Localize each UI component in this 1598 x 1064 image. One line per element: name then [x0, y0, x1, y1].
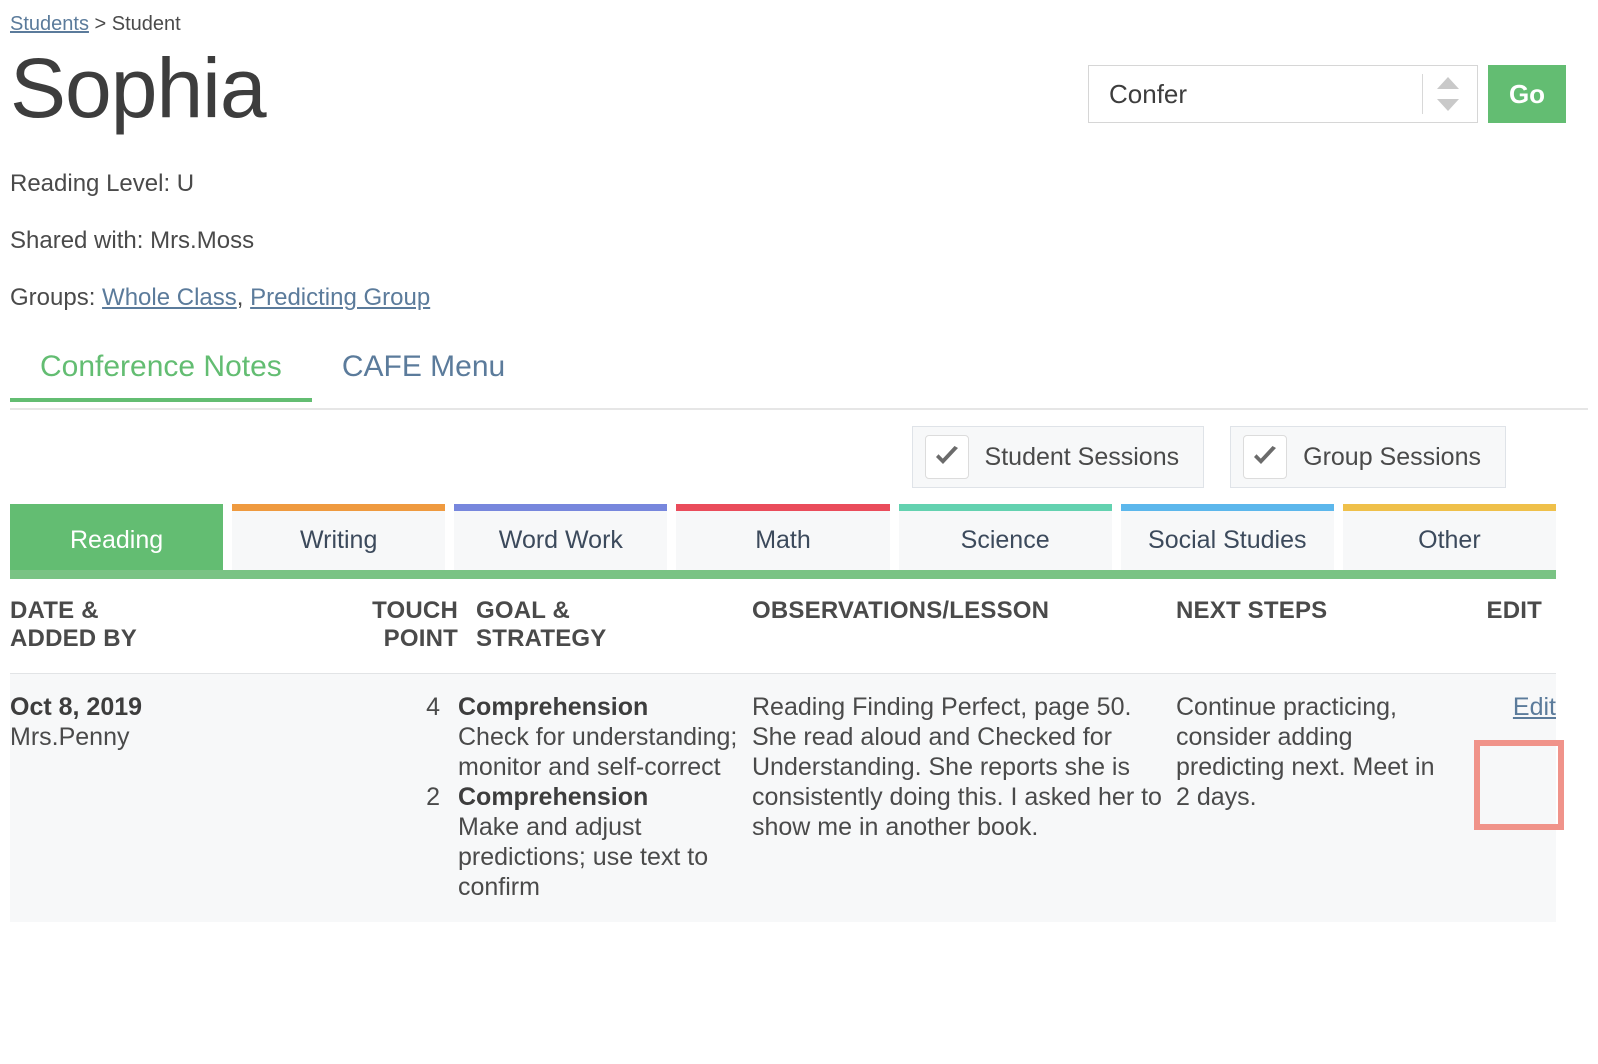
goal-list: 4 Comprehension Check for understanding;… [340, 692, 752, 902]
subject-tab-color-bar [454, 504, 667, 511]
goal-title: Comprehension [458, 692, 752, 722]
goal-entry: 2 Comprehension Make and adjust predicti… [340, 782, 752, 902]
header-touch-point-line2: POINT [340, 625, 458, 653]
title-row: Sophia Confer Go [10, 35, 1588, 155]
spinner-arrows-icon[interactable] [1437, 77, 1459, 111]
reading-level: Reading Level: U [10, 155, 1588, 212]
filter-student-sessions-label: Student Sessions [985, 443, 1180, 472]
edit-link[interactable]: Edit [1513, 693, 1556, 721]
subject-tab-label: Writing [300, 526, 377, 555]
subject-tab-math[interactable]: Math [676, 504, 889, 570]
subject-tabs-underline [10, 570, 1556, 579]
subject-tab-science[interactable]: Science [899, 504, 1112, 570]
goal-entry: 4 Comprehension Check for understanding;… [340, 692, 752, 782]
goal-touch-point: 4 [340, 692, 458, 782]
header-goal-line1: GOAL & [476, 597, 752, 625]
page-title: Sophia [10, 33, 266, 143]
group-link-predicting-group[interactable]: Predicting Group [250, 284, 430, 311]
subject-tab-label: Science [961, 526, 1050, 555]
session-filter-bar: Student Sessions Group Sessions [10, 410, 1588, 504]
conference-notes-table: DATE & ADDED BY TOUCH POINT GOAL & STRAT… [10, 579, 1556, 922]
subject-tab-color-bar [232, 504, 445, 511]
confer-select-value: Confer [1109, 79, 1187, 110]
groups-row: Groups: Whole Class, Predicting Group [10, 269, 1588, 326]
go-button[interactable]: Go [1488, 65, 1566, 123]
group-link-whole-class[interactable]: Whole Class [102, 284, 237, 311]
breadcrumb-separator: > [95, 13, 107, 35]
header-next-steps: NEXT STEPS [1176, 579, 1446, 674]
goal-title: Comprehension [458, 782, 752, 812]
subject-tab-label: Other [1418, 526, 1481, 555]
chevron-down-icon [1437, 99, 1459, 111]
table-header: DATE & ADDED BY TOUCH POINT GOAL & STRAT… [10, 579, 1556, 674]
action-group: Confer Go [1088, 65, 1566, 123]
header-goal-strategy: GOAL & STRATEGY [476, 579, 752, 674]
subject-tab-color-bar [899, 504, 1112, 511]
cell-goals: 4 Comprehension Check for understanding;… [340, 674, 752, 923]
cell-edit: Edit [1446, 674, 1556, 923]
subject-tab-color-bar [1121, 504, 1334, 511]
goal-body: Comprehension Check for understanding; m… [458, 692, 752, 782]
checkmark-icon[interactable] [1243, 435, 1287, 479]
subject-tab-label: Reading [70, 526, 163, 555]
table-row: Oct 8, 2019 Mrs.Penny 4 Comprehension Ch… [10, 674, 1556, 923]
subject-tab-writing[interactable]: Writing [232, 504, 445, 570]
header-touch-point-line1: TOUCH [340, 597, 458, 625]
cell-date-added-by: Oct 8, 2019 Mrs.Penny [10, 674, 340, 923]
breadcrumb-link-students[interactable]: Students [10, 13, 89, 35]
subject-tab-reading[interactable]: Reading [10, 504, 223, 570]
goal-touch-point: 2 [340, 782, 458, 902]
table-body: Oct 8, 2019 Mrs.Penny 4 Comprehension Ch… [10, 674, 1556, 923]
goal-description: Make and adjust predictions; use text to… [458, 812, 752, 902]
cell-observations: Reading Finding Perfect, page 50. She re… [752, 674, 1176, 923]
header-date-line1: DATE & [10, 597, 340, 625]
shared-with: Shared with: Mrs.Moss [10, 212, 1588, 269]
breadcrumb: Students > Student [10, 0, 1588, 35]
header-observations: OBSERVATIONS/LESSON [752, 579, 1176, 674]
groups-separator: , [237, 284, 250, 311]
filter-group-sessions[interactable]: Group Sessions [1230, 426, 1506, 488]
goal-description: Check for understanding; monitor and sel… [458, 722, 752, 782]
subject-tab-social-studies[interactable]: Social Studies [1121, 504, 1334, 570]
tab-cafe-menu[interactable]: CAFE Menu [312, 348, 535, 400]
subject-tab-label: Social Studies [1148, 526, 1306, 555]
filter-student-sessions[interactable]: Student Sessions [912, 426, 1205, 488]
subject-tab-other[interactable]: Other [1343, 504, 1556, 570]
confer-select[interactable]: Confer [1088, 65, 1478, 123]
header-date-added-by: DATE & ADDED BY [10, 579, 340, 674]
cell-next-steps: Continue practicing, consider adding pre… [1176, 674, 1446, 923]
tab-conference-notes[interactable]: Conference Notes [10, 348, 312, 400]
subject-tab-color-bar [676, 504, 889, 511]
goal-body: Comprehension Make and adjust prediction… [458, 782, 752, 902]
header-goal-line2: STRATEGY [476, 625, 752, 653]
row-added-by: Mrs.Penny [10, 722, 340, 752]
breadcrumb-current: Student [112, 13, 181, 35]
header-edit: EDIT [1446, 579, 1556, 674]
subject-tab-label: Math [755, 526, 811, 555]
checkmark-icon[interactable] [925, 435, 969, 479]
filter-group-sessions-label: Group Sessions [1303, 443, 1481, 472]
header-touch-point: TOUCH POINT [340, 579, 476, 674]
subject-tab-color-bar [1343, 504, 1556, 511]
groups-label: Groups: [10, 284, 95, 311]
subject-tab-label: Word Work [499, 526, 623, 555]
row-date: Oct 8, 2019 [10, 692, 340, 722]
main-tab-bar: Conference Notes CAFE Menu [10, 348, 1588, 410]
student-conference-page: Students > Student Sophia Confer Go Read… [0, 0, 1598, 1064]
subject-tab-bar: Reading Writing Word Work Math Science S… [10, 504, 1556, 570]
subject-tab-word-work[interactable]: Word Work [454, 504, 667, 570]
select-divider [1422, 74, 1423, 114]
chevron-up-icon [1437, 77, 1459, 89]
header-date-line2: ADDED BY [10, 625, 340, 653]
